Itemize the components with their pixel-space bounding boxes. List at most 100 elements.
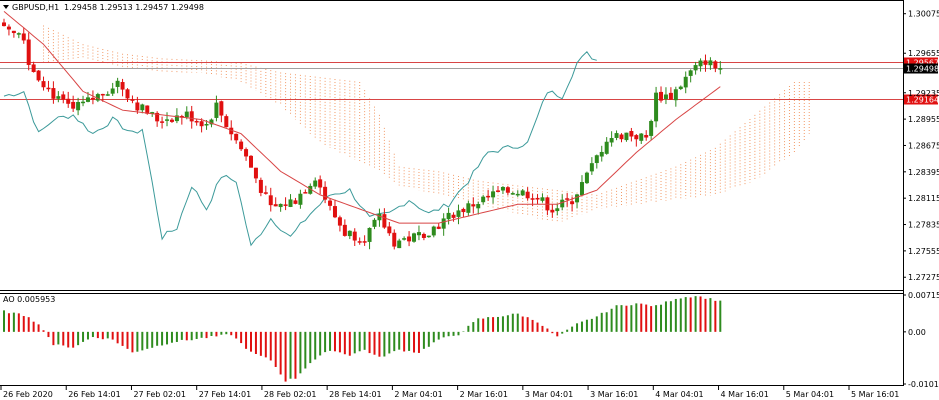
candle-body (11, 30, 16, 34)
candle-body (26, 39, 31, 65)
candle-body (184, 111, 189, 118)
candle-body (471, 204, 476, 207)
time-axis: 26 Feb 2020 26 Feb 14:01 27 Feb 02:01 27 Fe… (0, 386, 899, 399)
candle-body (589, 163, 594, 172)
candle-body (550, 209, 555, 213)
candle-body (431, 226, 436, 236)
candle-body (352, 231, 357, 241)
candle-body (253, 167, 258, 179)
candle-body (624, 132, 629, 141)
candle-body (619, 134, 624, 140)
ma-line (3, 11, 721, 224)
candle-body (663, 94, 668, 99)
candle-body (461, 208, 466, 213)
candle-body (649, 120, 654, 136)
price-tick-label: 1.27555 (908, 247, 939, 256)
time-tick-label: 2 Mar 16:01 (460, 390, 508, 399)
candle-body (525, 191, 530, 199)
candle-body (678, 86, 683, 90)
candle-body (219, 101, 224, 116)
candle-body (594, 155, 599, 164)
candle-body (318, 179, 323, 188)
moving-average (3, 11, 721, 224)
candle-body (555, 208, 560, 212)
candle-body (234, 133, 239, 141)
candle-body (16, 33, 21, 35)
current-price-label: 1.29498 (906, 65, 939, 74)
candle-body (609, 138, 614, 143)
candle-body (688, 70, 693, 76)
time-tick-label: 26 Feb 14:01 (68, 390, 120, 399)
candle-body (36, 70, 41, 81)
candle-body (505, 187, 510, 193)
candle-body (204, 123, 209, 126)
price-tick-label: 1.27275 (908, 273, 939, 282)
candle-body (540, 197, 545, 201)
candle-body (273, 204, 278, 207)
candle-body (214, 102, 219, 118)
candle-body (288, 199, 293, 207)
time-tick-label: 26 Feb 2020 (3, 390, 53, 399)
candle-body (584, 172, 589, 184)
candle-body (41, 81, 46, 88)
price-tick-label: 1.28675 (908, 141, 939, 150)
candle-body (520, 190, 525, 196)
candle-body (713, 61, 718, 69)
ao-label: AO 0.005953 (3, 295, 55, 304)
time-tick-label: 4 Mar 04:01 (655, 390, 703, 399)
time-tick-label: 27 Feb 14:01 (199, 390, 251, 399)
candle-body (392, 232, 397, 247)
candle-body (456, 210, 461, 217)
time-tick-label: 27 Feb 02:01 (133, 390, 185, 399)
candle-body (140, 104, 145, 111)
candle-body (258, 179, 263, 193)
candle-body (110, 88, 115, 94)
candle-body (451, 214, 456, 218)
candle-body (570, 201, 575, 205)
candle-body (476, 204, 481, 209)
ao-tick-label: 0.00 (908, 328, 926, 337)
candle-body (510, 193, 515, 195)
candle-body (604, 141, 609, 154)
price-tick-label: 1.27835 (908, 221, 939, 230)
candle-body (278, 203, 283, 208)
candle-body (31, 64, 36, 73)
candle-body (81, 101, 86, 104)
candle-body (293, 200, 298, 204)
candle-body (357, 241, 362, 243)
price-tick-label: 1.30075 (908, 10, 939, 19)
candle-body (249, 155, 253, 168)
collapse-triangle-icon[interactable] (3, 5, 9, 9)
candle-body (239, 141, 244, 150)
candle-body (323, 186, 328, 200)
candle-body (491, 191, 496, 198)
price-axis: 1.30075 1.29655 1.29235 1.28955 1.28675 1.283… (903, 10, 939, 282)
candle-body (362, 241, 367, 243)
candle-body (61, 94, 66, 100)
candle-body (565, 198, 570, 200)
candle-body (698, 60, 703, 67)
ao-histogram (3, 296, 722, 382)
candle-body (66, 98, 71, 104)
candle-body (71, 101, 76, 109)
candle-body (416, 232, 421, 236)
candle-body (332, 206, 337, 218)
candle-body (244, 149, 249, 157)
candle-body (303, 192, 308, 194)
candle-body (481, 196, 486, 203)
candle-body (313, 180, 318, 187)
candle-body (718, 68, 723, 70)
time-tick-label: 2 Mar 04:01 (394, 390, 442, 399)
candle-body (328, 200, 333, 206)
candle-body (426, 235, 431, 238)
candle-body (342, 224, 347, 236)
price-tick-label: 1.29235 (908, 89, 939, 98)
time-tick-label: 3 Mar 16:01 (590, 390, 638, 399)
candle-body (115, 80, 120, 87)
candle-body (199, 121, 204, 127)
candle-body (90, 97, 95, 100)
candle-body (337, 217, 342, 226)
price-tick-label: 1.28395 (908, 168, 939, 177)
candle-body (283, 204, 288, 206)
candle-body (579, 182, 584, 196)
